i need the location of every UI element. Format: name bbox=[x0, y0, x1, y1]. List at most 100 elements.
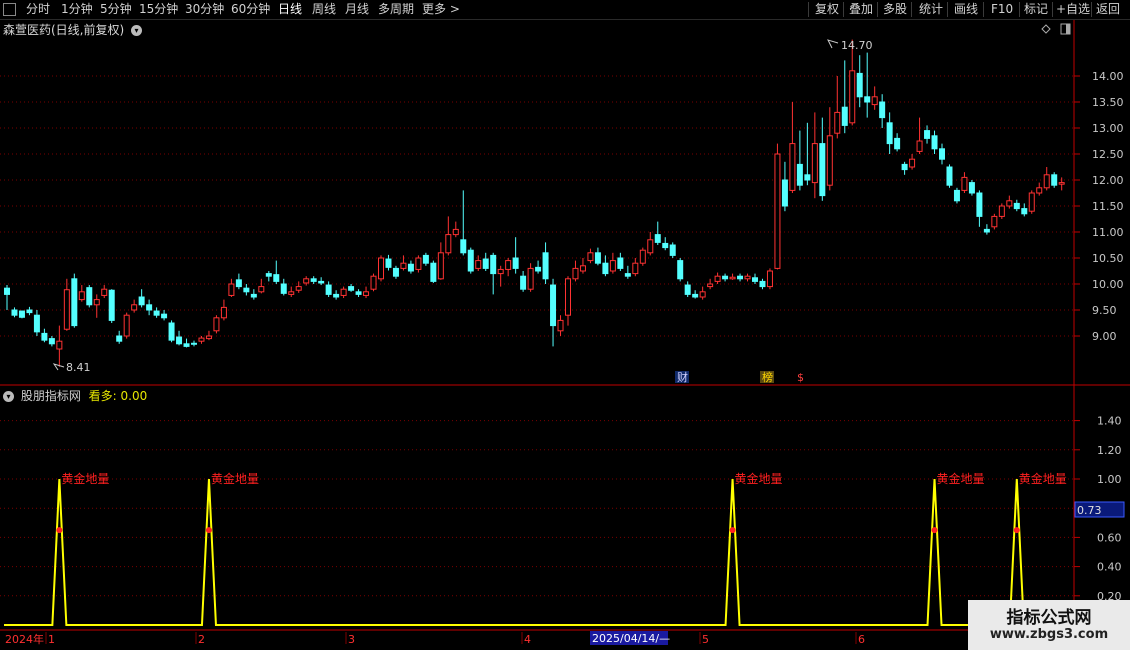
candle-body bbox=[991, 215, 998, 228]
candle-body bbox=[714, 275, 721, 282]
period-tab-1min[interactable]: 1分钟 bbox=[61, 2, 93, 17]
candle-body bbox=[310, 278, 317, 282]
restore-rights-button[interactable]: 复权 bbox=[815, 2, 839, 17]
candle-body bbox=[340, 288, 347, 296]
candle-body bbox=[273, 274, 280, 282]
chevron-down-icon[interactable]: ▾ bbox=[3, 391, 14, 402]
candle-body bbox=[692, 293, 699, 298]
panel-toggle-icon[interactable] bbox=[1060, 23, 1071, 35]
candle-body bbox=[677, 260, 684, 280]
period-tab-60min[interactable]: 60分钟 bbox=[231, 2, 270, 17]
price-tick-label: 10.00 bbox=[1092, 278, 1124, 291]
indicator-line: 黄金地量 黄金地量 黄金地量 黄金地量 黄金地量 bbox=[4, 471, 1067, 626]
period-tab-daily[interactable]: 日线 bbox=[278, 2, 302, 17]
candle-body bbox=[924, 130, 931, 139]
event-marks: 财 榜 $ bbox=[675, 370, 804, 384]
candle-body bbox=[265, 273, 272, 277]
statistics-button[interactable]: 统计 bbox=[919, 2, 943, 17]
candle-body bbox=[916, 140, 923, 152]
candle-body bbox=[624, 273, 631, 277]
candle-body bbox=[557, 319, 564, 332]
timeline-month-6: 6 bbox=[858, 633, 865, 646]
candle-body bbox=[228, 283, 235, 296]
candle-body bbox=[123, 314, 130, 337]
rank-mark-label: 榜 bbox=[762, 370, 773, 384]
candle-body bbox=[849, 70, 856, 124]
candle-body bbox=[108, 289, 115, 321]
period-tab-timeshare[interactable]: 分时 bbox=[26, 2, 50, 17]
candle-body bbox=[520, 275, 527, 290]
candle-body bbox=[744, 275, 751, 280]
price-tick-label: 12.50 bbox=[1092, 148, 1124, 161]
period-toolbar: 分时 1分钟 5分钟 15分钟 30分钟 60分钟 日线 周线 月线 多周期 更… bbox=[0, 0, 1130, 20]
candle-body bbox=[864, 96, 871, 103]
add-watchlist-button[interactable]: +自选 bbox=[1056, 2, 1090, 17]
candle-body bbox=[804, 174, 811, 181]
timeline-month-1: 1 bbox=[48, 633, 55, 646]
price-tick-label: 9.00 bbox=[1092, 330, 1117, 343]
indicator-tick-label: 1.20 bbox=[1097, 444, 1122, 457]
indicator-name: 股朋指标网 bbox=[20, 389, 81, 403]
finance-mark-label: 财 bbox=[677, 370, 688, 384]
finance-mark bbox=[675, 371, 689, 383]
signal-label: 黄金地量 bbox=[211, 471, 259, 486]
candle-body bbox=[841, 106, 848, 126]
period-tab-monthly[interactable]: 月线 bbox=[345, 2, 369, 17]
candle-body bbox=[901, 163, 908, 171]
stock-title[interactable]: 森萱医药(日线,前复权) ▾ bbox=[3, 21, 143, 38]
candle-body bbox=[879, 101, 886, 119]
indicator-axis: 1.401.201.000.800.600.400.20 bbox=[1074, 415, 1122, 603]
candle-body bbox=[796, 163, 803, 186]
period-tab-30min[interactable]: 30分钟 bbox=[185, 2, 224, 17]
candle-body bbox=[101, 288, 108, 296]
candle-body bbox=[505, 260, 512, 270]
period-tab-weekly[interactable]: 周线 bbox=[312, 2, 336, 17]
timeline-year: 2024年 bbox=[5, 632, 44, 646]
period-tab-more[interactable]: 更多 > bbox=[422, 2, 460, 17]
back-button[interactable]: 返回 bbox=[1096, 2, 1120, 17]
indicator-tick-label: 0.80 bbox=[1097, 502, 1122, 515]
candle-body bbox=[542, 252, 549, 280]
candle-body bbox=[579, 265, 586, 272]
candle-body bbox=[1036, 187, 1043, 194]
window-icon[interactable] bbox=[3, 3, 16, 16]
candle-body bbox=[662, 242, 669, 249]
candle-body bbox=[684, 284, 691, 295]
indicator-title[interactable]: ▾ 股朋指标网 看多: 0.00 bbox=[3, 387, 147, 404]
signal-label: 黄金地量 bbox=[735, 471, 783, 486]
candle-body bbox=[1013, 202, 1020, 210]
overlay-button[interactable]: 叠加 bbox=[849, 2, 873, 17]
period-tab-15min[interactable]: 15分钟 bbox=[139, 2, 178, 17]
candle-body bbox=[333, 293, 340, 298]
candle-body bbox=[422, 254, 429, 264]
candle-body bbox=[669, 244, 676, 256]
candle-body bbox=[497, 268, 504, 275]
signal-point bbox=[931, 527, 938, 534]
diamond-icon[interactable] bbox=[1041, 24, 1051, 34]
price-tick-label: 11.50 bbox=[1092, 200, 1124, 213]
price-tick-label: 12.00 bbox=[1092, 174, 1124, 187]
high-arrow-icon bbox=[827, 39, 839, 49]
period-tab-5min[interactable]: 5分钟 bbox=[100, 2, 132, 17]
candle-body bbox=[205, 335, 212, 340]
candle-body bbox=[415, 257, 422, 270]
candle-body bbox=[707, 283, 714, 288]
toolbar-divider bbox=[843, 2, 844, 17]
candle-body bbox=[467, 249, 474, 272]
candle-body bbox=[280, 283, 287, 294]
candle-body bbox=[78, 291, 85, 301]
mark-button[interactable]: 标记 bbox=[1024, 2, 1048, 17]
candle-body bbox=[168, 322, 175, 341]
chevron-down-icon[interactable]: ▾ bbox=[131, 25, 143, 36]
f10-button[interactable]: F10 bbox=[991, 2, 1013, 17]
timeline-month-4: 4 bbox=[524, 633, 531, 646]
watermark: 指标公式网 www.zbgs3.com bbox=[968, 600, 1130, 650]
period-tab-multi[interactable]: 多周期 bbox=[378, 2, 414, 17]
candle-body bbox=[378, 257, 384, 280]
candle-body bbox=[1028, 192, 1035, 212]
draw-line-button[interactable]: 画线 bbox=[954, 2, 978, 17]
candle-body bbox=[26, 309, 33, 314]
multi-stock-button[interactable]: 多股 bbox=[883, 2, 907, 17]
candle-body bbox=[729, 276, 736, 280]
low-price-label: 8.41 bbox=[66, 361, 91, 374]
